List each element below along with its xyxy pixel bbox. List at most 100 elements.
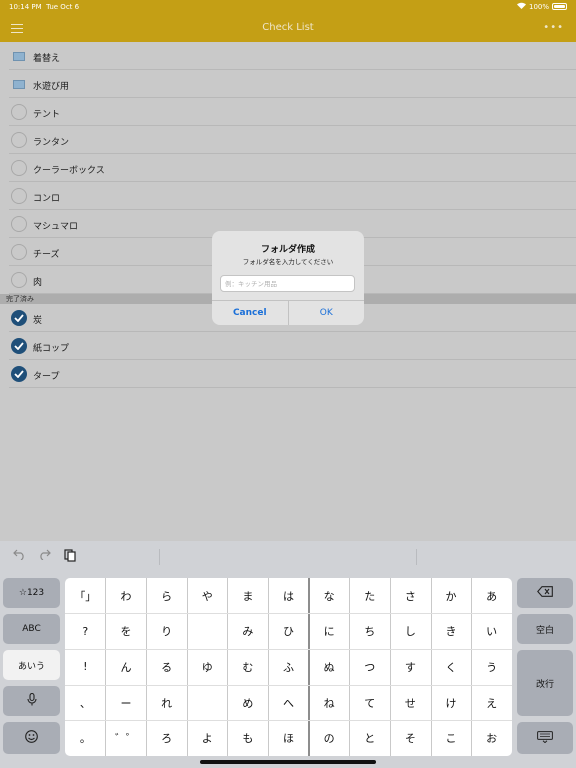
item-label: マシュマロ — [33, 222, 79, 232]
kana-key[interactable]: ま — [228, 578, 269, 614]
kana-key[interactable]: は — [268, 578, 309, 614]
kana-key[interactable]: お — [471, 720, 512, 756]
kana-key[interactable]: ら — [146, 578, 187, 614]
kana-key[interactable]: ち — [349, 614, 390, 650]
kana-key[interactable]: に — [309, 614, 350, 650]
emoji-key[interactable] — [3, 722, 60, 754]
checkmark-icon[interactable] — [11, 310, 27, 326]
kana-key[interactable]: と — [349, 720, 390, 756]
checkmark-icon[interactable] — [11, 366, 27, 382]
kana-key[interactable]: の — [309, 720, 350, 756]
kana-key[interactable]: ろ — [146, 720, 187, 756]
paste-icon[interactable] — [64, 549, 76, 565]
item-label: ランタン — [33, 138, 70, 148]
redo-icon[interactable] — [38, 549, 51, 563]
delete-key[interactable] — [517, 578, 573, 608]
kana-key[interactable]: ? — [65, 614, 106, 650]
kana-key[interactable]: ー — [106, 685, 147, 721]
kana-key[interactable]: ふ — [268, 649, 309, 685]
list-item[interactable]: クーラーボックス — [0, 154, 576, 182]
battery-icon — [552, 3, 567, 10]
kana-key[interactable]: か — [431, 578, 472, 614]
toolbar-divider — [159, 549, 160, 565]
unchecked-circle-icon[interactable] — [11, 216, 27, 232]
dialog-message: フォルダ名を入力してください — [242, 258, 334, 266]
kana-key[interactable]: く — [431, 649, 472, 685]
folder-row[interactable]: 着替え — [0, 42, 576, 70]
kana-key[interactable]: も — [228, 720, 269, 756]
kana-key[interactable]: け — [431, 685, 472, 721]
space-key[interactable]: 空白 — [517, 614, 573, 644]
list-item[interactable]: ランタン — [0, 126, 576, 154]
kana-key[interactable]: め — [228, 685, 269, 721]
kana-key[interactable]: ! — [65, 649, 106, 685]
kana-key[interactable]: む — [228, 649, 269, 685]
kana-key[interactable]: 、 — [65, 685, 106, 721]
kana-key[interactable]: い — [471, 614, 512, 650]
check-list: 着替え 水遊び用 テント ランタン クーラーボックス コンロ マシュマロ チーズ… — [0, 42, 576, 388]
kana-key[interactable]: ぬ — [309, 649, 350, 685]
kana-key[interactable]: れ — [146, 685, 187, 721]
kana-key[interactable]: う — [471, 649, 512, 685]
unchecked-circle-icon[interactable] — [11, 132, 27, 148]
folder-row[interactable]: 水遊び用 — [0, 70, 576, 98]
kana-key[interactable]: こ — [431, 720, 472, 756]
microphone-icon — [26, 692, 37, 709]
kana-key[interactable]: 。 — [65, 720, 106, 756]
item-label: 肉 — [33, 278, 43, 288]
kana-key[interactable]: 「」 — [65, 578, 106, 614]
list-item[interactable]: タープ — [0, 360, 576, 388]
checkmark-icon[interactable] — [11, 338, 27, 354]
list-item[interactable]: 紙コップ — [0, 332, 576, 360]
kana-key[interactable]: ほ — [268, 720, 309, 756]
folder-name-input[interactable] — [220, 275, 355, 292]
abc-mode-key[interactable]: ABC — [3, 614, 60, 644]
ok-button[interactable]: OK — [289, 301, 365, 325]
dismiss-keyboard-key[interactable] — [517, 722, 573, 754]
list-item[interactable]: コンロ — [0, 182, 576, 210]
item-label: クーラーボックス — [33, 166, 105, 176]
unchecked-circle-icon[interactable] — [11, 272, 27, 288]
kana-key[interactable]: わ — [106, 578, 147, 614]
kana-key[interactable]: な — [309, 578, 350, 614]
kana-key[interactable]: す — [390, 649, 431, 685]
enter-key[interactable]: 改行 — [517, 650, 573, 716]
kana-key[interactable]: ゛゜ — [106, 720, 147, 756]
unchecked-circle-icon[interactable] — [11, 160, 27, 176]
undo-icon[interactable] — [13, 549, 26, 563]
kana-key[interactable]: を — [106, 614, 147, 650]
kana-key[interactable]: り — [146, 614, 187, 650]
kana-key[interactable]: て — [349, 685, 390, 721]
kana-key[interactable]: る — [146, 649, 187, 685]
kana-key[interactable]: や — [187, 578, 228, 614]
kana-key[interactable]: さ — [390, 578, 431, 614]
kana-key[interactable]: た — [349, 578, 390, 614]
kana-key[interactable]: へ — [268, 685, 309, 721]
microphone-key[interactable] — [3, 686, 60, 716]
status-bar: 10:14 PM Tue Oct 6 100% — [0, 0, 576, 14]
kana-key[interactable]: し — [390, 614, 431, 650]
kana-key[interactable]: つ — [349, 649, 390, 685]
list-item[interactable]: テント — [0, 98, 576, 126]
kana-key[interactable]: せ — [390, 685, 431, 721]
kana-key[interactable]: ん — [106, 649, 147, 685]
kana-key — [187, 614, 228, 650]
page-title: Check List — [262, 22, 314, 33]
kana-key[interactable]: ゆ — [187, 649, 228, 685]
kana-key[interactable]: え — [471, 685, 512, 721]
kana-key[interactable]: き — [431, 614, 472, 650]
number-mode-key[interactable]: ☆123 — [3, 578, 60, 608]
folder-icon — [13, 52, 25, 61]
kana-key[interactable]: あ — [471, 578, 512, 614]
kana-key[interactable]: ね — [309, 685, 350, 721]
unchecked-circle-icon[interactable] — [11, 188, 27, 204]
unchecked-circle-icon[interactable] — [11, 244, 27, 260]
kana-key[interactable]: ひ — [268, 614, 309, 650]
cancel-button[interactable]: Cancel — [212, 301, 289, 325]
kana-key[interactable]: よ — [187, 720, 228, 756]
kana-key[interactable]: み — [228, 614, 269, 650]
more-options-icon[interactable]: ••• — [543, 22, 564, 33]
kana-key[interactable]: そ — [390, 720, 431, 756]
unchecked-circle-icon[interactable] — [11, 104, 27, 120]
kana-mode-key[interactable]: あいう — [3, 650, 60, 680]
